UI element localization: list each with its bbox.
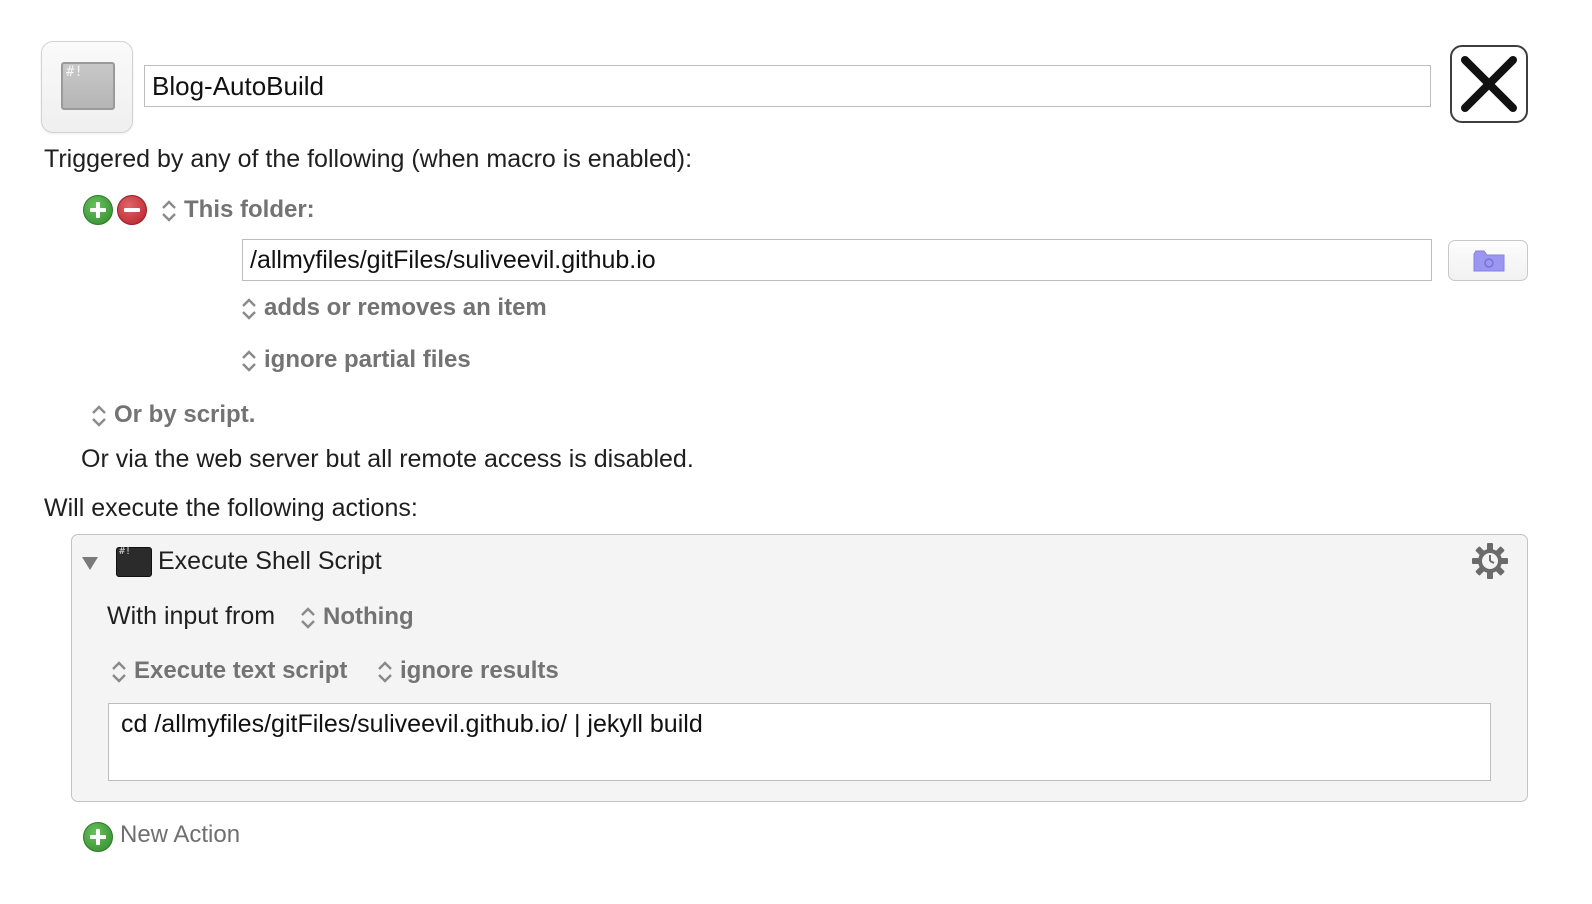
triggers-heading: Triggered by any of the following (when … bbox=[44, 145, 693, 173]
new-action-add-icon[interactable] bbox=[83, 822, 113, 852]
chevron-updown-icon bbox=[112, 660, 126, 683]
shebang-glyph: #! bbox=[66, 64, 83, 80]
input-source-popup[interactable]: Nothing bbox=[299, 603, 414, 631]
close-x-icon bbox=[1461, 56, 1517, 112]
script-trigger-label: Or by script. bbox=[114, 401, 256, 428]
close-button[interactable] bbox=[1450, 45, 1528, 123]
folder-icon bbox=[1473, 250, 1505, 272]
folder-condition-popup[interactable]: adds or removes an item bbox=[240, 294, 547, 322]
trigger-type-label: This folder: bbox=[184, 196, 315, 223]
actions-heading: Will execute the following actions: bbox=[44, 494, 418, 522]
new-action-button[interactable]: New Action bbox=[120, 821, 240, 849]
terminal-icon: #! bbox=[116, 546, 152, 577]
folder-condition-label: adds or removes an item bbox=[264, 294, 547, 321]
add-trigger-button[interactable] bbox=[83, 195, 113, 225]
terminal-glyph: #! bbox=[119, 546, 132, 557]
script-trigger-popup[interactable]: Or by script. bbox=[90, 401, 255, 429]
chevron-updown-icon bbox=[242, 349, 256, 372]
choose-folder-button[interactable] bbox=[1448, 240, 1528, 281]
input-source-value: Nothing bbox=[323, 603, 414, 630]
web-server-note: Or via the web server but all remote acc… bbox=[81, 445, 694, 473]
chevron-updown-icon bbox=[378, 660, 392, 683]
partial-files-popup[interactable]: ignore partial files bbox=[240, 346, 471, 374]
macro-name-field[interactable]: Blog-AutoBuild bbox=[144, 65, 1431, 107]
partial-files-label: ignore partial files bbox=[264, 346, 471, 373]
chevron-updown-icon bbox=[301, 606, 315, 629]
action-title: Execute Shell Script bbox=[158, 547, 382, 575]
chevron-updown-icon bbox=[162, 199, 176, 222]
shell-script-text-field[interactable]: cd /allmyfiles/gitFiles/suliveevil.githu… bbox=[108, 703, 1491, 781]
chevron-updown-icon bbox=[92, 404, 106, 427]
macro-icon[interactable]: #! bbox=[41, 41, 133, 133]
results-popup[interactable]: ignore results bbox=[376, 657, 559, 685]
chevron-updown-icon bbox=[242, 297, 256, 320]
input-from-label: With input from bbox=[107, 602, 276, 630]
script-mode-popup[interactable]: Execute text script bbox=[110, 657, 347, 685]
remove-trigger-button[interactable] bbox=[117, 195, 147, 225]
trigger-type-popup[interactable]: This folder: bbox=[160, 196, 315, 224]
disclosure-triangle-icon[interactable] bbox=[80, 554, 100, 572]
script-mode-label: Execute text script bbox=[134, 657, 348, 684]
gear-icon[interactable] bbox=[1471, 542, 1509, 580]
folder-path-field[interactable]: /allmyfiles/gitFiles/suliveevil.github.i… bbox=[242, 239, 1432, 281]
results-label: ignore results bbox=[400, 657, 559, 684]
shell-script-icon: #! bbox=[61, 62, 115, 110]
